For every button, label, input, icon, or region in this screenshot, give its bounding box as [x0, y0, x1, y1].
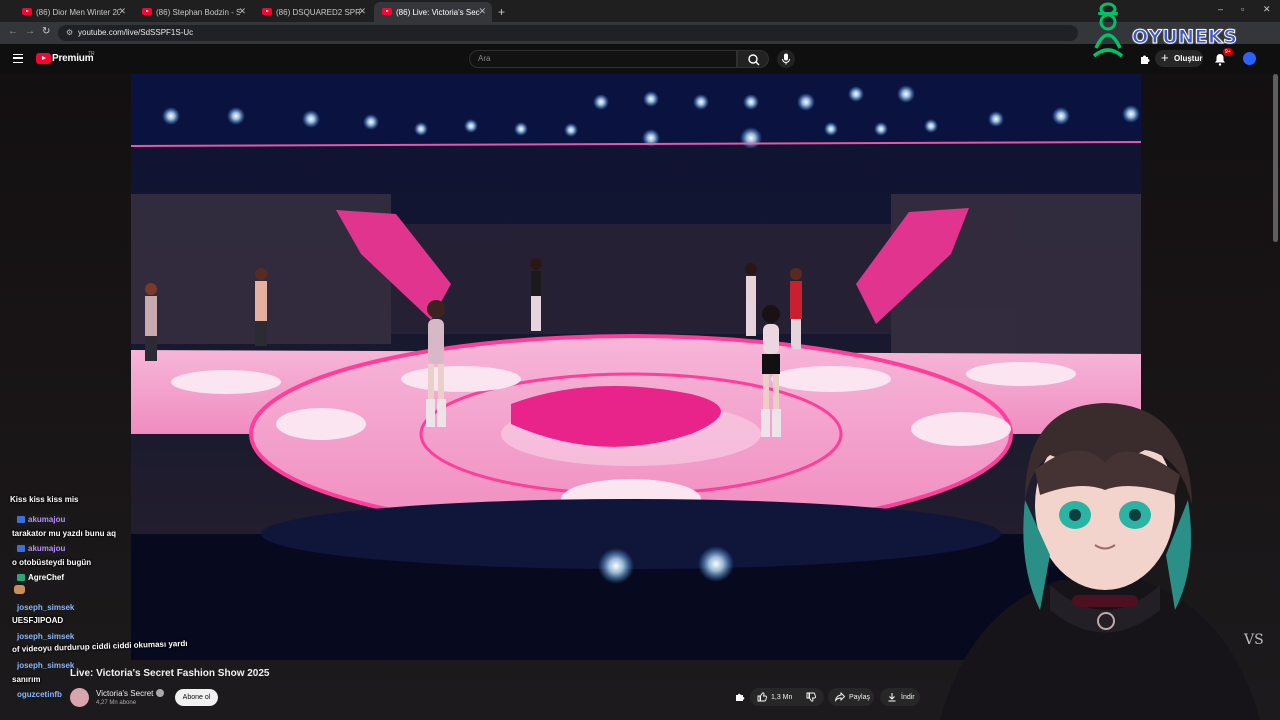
- menu-icon[interactable]: [13, 54, 23, 63]
- youtube-favicon-icon: [262, 8, 272, 15]
- video-title: Live: Victoria's Secret Fashion Show 202…: [70, 668, 270, 679]
- url-bar[interactable]: ⚙ youtube.com/live/SdSSPF1S-Uc: [58, 25, 1078, 41]
- screen: (86) Dior Men Winter 2025-20 ✕ (86) Step…: [0, 0, 1280, 720]
- tab-close-icon[interactable]: ✕: [238, 6, 246, 17]
- chat-message-text: o otobüsteydi bugün: [12, 558, 92, 567]
- ceiling-lights: [131, 74, 1141, 149]
- back-icon[interactable]: ←: [8, 26, 18, 37]
- thumbs-down-icon[interactable]: [806, 692, 817, 702]
- browser-tab-title: (86) Stephan Bodzin - Singula: [156, 7, 240, 17]
- youtube-favicon-icon: [22, 8, 32, 15]
- browser-tab-active[interactable]: (86) Live: Victoria's Secret F ✕: [374, 2, 492, 22]
- chat-message-text: sanırım: [12, 675, 41, 684]
- browser-tab-title: (86) DSQUARED2 SPRING SUM: [276, 7, 360, 17]
- chat-username: AgreChef: [28, 573, 65, 582]
- vtuber-avatar: [940, 403, 1260, 720]
- voice-search-button[interactable]: [777, 50, 795, 68]
- search-button[interactable]: [737, 50, 769, 68]
- browser-tab[interactable]: (86) DSQUARED2 SPRING SUM ✕: [254, 2, 372, 22]
- microphone-icon: [782, 53, 790, 65]
- page-scrollbar[interactable]: [1273, 74, 1278, 242]
- thumbs-up-icon: [757, 692, 767, 702]
- new-tab-button[interactable]: +: [498, 2, 505, 22]
- tab-close-icon[interactable]: ✕: [358, 6, 366, 17]
- browser-tab-title: (86) Live: Victoria's Secret F: [396, 7, 480, 17]
- channel-name[interactable]: Victoria's Secret: [96, 689, 153, 698]
- member-badge-icon: [17, 545, 25, 552]
- chat-username-tag: oguzcetinfb: [14, 688, 67, 701]
- streamer-logo: OYUNEKS: [1086, 0, 1276, 60]
- search-placeholder: Ara: [478, 54, 491, 63]
- subscriber-count: 4,27 Mn abone: [96, 700, 137, 706]
- verified-badge-icon: [156, 689, 164, 697]
- member-badge-icon: [17, 574, 25, 581]
- streamer-logo-text: OYUNEKS: [1131, 26, 1238, 49]
- download-icon: [888, 693, 896, 702]
- chat-message-text: of videoyu durdurup ciddi ciddi okuması …: [11, 638, 188, 654]
- streamer-mascot-icon: [1092, 2, 1124, 58]
- youtube-favicon-icon: [382, 8, 392, 15]
- face-emoji-icon: [14, 585, 25, 594]
- forward-icon[interactable]: →: [25, 26, 35, 37]
- extension-button[interactable]: [732, 688, 748, 706]
- like-button[interactable]: 1,3 Mn: [750, 688, 824, 706]
- site-info-icon[interactable]: ⚙: [66, 28, 73, 37]
- channel-avatar[interactable]: [70, 688, 89, 707]
- youtube-logo-icon[interactable]: [36, 53, 51, 64]
- reload-icon[interactable]: ↻: [42, 26, 50, 37]
- tab-close-icon[interactable]: ✕: [118, 6, 126, 17]
- like-count: 1,3 Mn: [771, 693, 793, 701]
- youtube-favicon-icon: [142, 8, 152, 15]
- chat-message-text: tarakator mu yazdı bunu aq: [12, 529, 117, 538]
- subscribe-button[interactable]: Abone ol: [175, 689, 218, 706]
- live-chat-overlay: Kiss kiss kiss mis akumajou tarakator mu…: [10, 489, 270, 720]
- search-icon: [748, 54, 760, 66]
- browser-tab-title: (86) Dior Men Winter 2025-20: [36, 7, 120, 17]
- chat-message-text: Kiss kiss kiss mis: [10, 495, 79, 504]
- country-code: TR: [88, 51, 95, 57]
- browser-tab[interactable]: (86) Dior Men Winter 2025-20 ✕: [14, 2, 132, 22]
- share-button[interactable]: Paylaş: [828, 688, 874, 706]
- chat-message-text: UESFJIPOAD: [12, 616, 64, 625]
- share-arrow-icon: [835, 692, 845, 702]
- chat-username: oguzcetinfb: [17, 690, 62, 699]
- url-text: youtube.com/live/SdSSPF1S-Uc: [78, 28, 194, 37]
- search-input[interactable]: Ara: [469, 50, 737, 68]
- share-label: Paylaş: [849, 693, 871, 701]
- tab-close-icon[interactable]: ✕: [478, 6, 486, 17]
- chat-message: Kiss kiss kiss mis: [10, 489, 79, 507]
- download-label: İndir: [901, 693, 915, 701]
- chat-author: oguzcetinfb: [14, 684, 67, 702]
- member-badge-icon: [17, 516, 25, 523]
- browser-tab[interactable]: (86) Stephan Bodzin - Singula ✕: [134, 2, 252, 22]
- puzzle-icon: [736, 693, 745, 701]
- download-button[interactable]: İndir: [880, 688, 920, 706]
